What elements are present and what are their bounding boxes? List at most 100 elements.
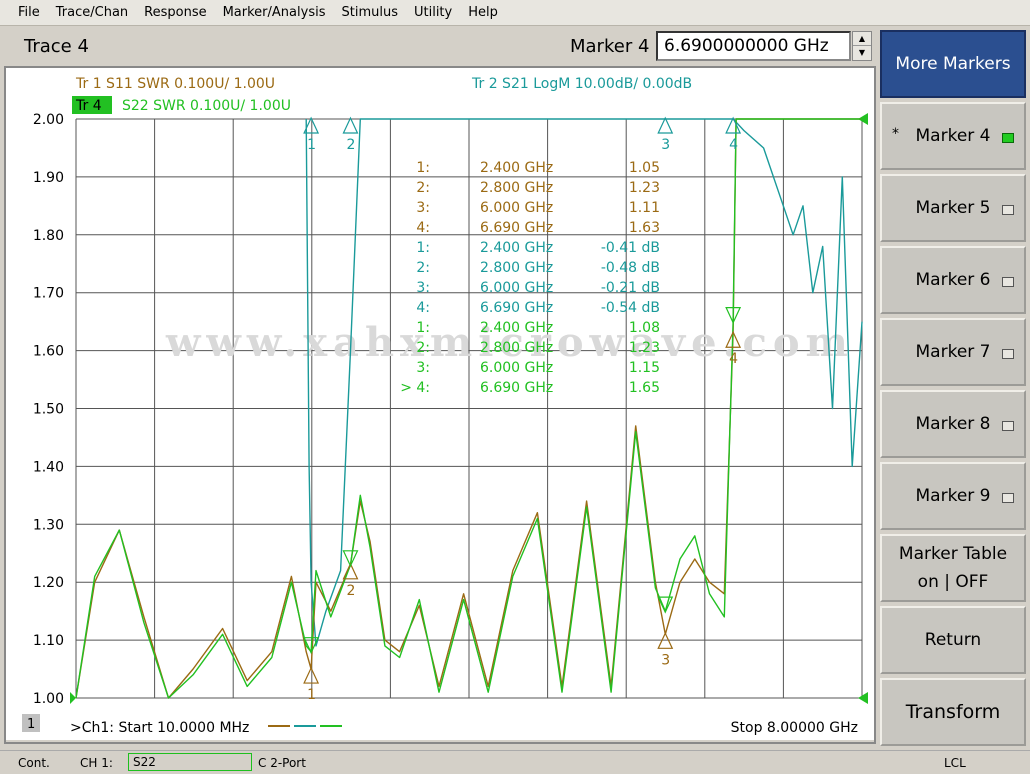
trace1-label[interactable]: Tr 1 S11 SWR 0.100U/ 1.00U <box>75 76 275 92</box>
y-tick-label: 1.90 <box>33 170 64 186</box>
marker-table-value: -0.21 dB <box>601 280 660 296</box>
marker-table-value: 1.23 <box>629 180 660 196</box>
active-star-icon: * <box>892 126 899 142</box>
marker-6-indicator <box>1002 277 1014 287</box>
more-markers-button[interactable]: More Markers <box>880 30 1026 98</box>
marker-number-bottom: 2 <box>346 583 355 599</box>
marker-table-value: 1.05 <box>629 160 660 176</box>
marker-number-bottom: 1 <box>307 687 316 703</box>
marker-table-frequency: 6.690 GHz <box>480 380 553 396</box>
calibration-status: C 2-Port <box>258 756 306 770</box>
marker-table-value: 1.15 <box>629 360 660 376</box>
spin-down-icon[interactable]: ▼ <box>853 46 871 60</box>
menu-bar: File Trace/Chan Response Marker/Analysis… <box>0 0 1030 26</box>
y-tick-label: 1.40 <box>33 459 64 475</box>
trace2-label[interactable]: Tr 2 S21 LogM 10.00dB/ 0.00dB <box>471 76 692 92</box>
more-markers-label: More Markers <box>895 54 1011 74</box>
channel-status: CH 1: <box>80 756 113 770</box>
return-label: Return <box>924 630 982 650</box>
marker-table-index: 4: <box>416 220 430 236</box>
marker-number-top: 4 <box>729 137 738 153</box>
y-tick-label: 1.70 <box>33 286 64 302</box>
menu-trace-chan[interactable]: Trace/Chan <box>48 0 136 26</box>
marker-5-button[interactable]: Marker 5 <box>880 174 1026 242</box>
measurement-plot[interactable]: 2.00 1.90 1.80 1.70 1.60 1.50 1.40 1.30 1.20 1.10… <box>6 68 874 740</box>
marker-table-value: 1.11 <box>629 200 660 216</box>
marker-4-button[interactable]: * Marker 4 <box>880 102 1026 170</box>
y-tick-label: 2.00 <box>33 112 64 128</box>
marker-table-index: 2: <box>416 260 430 276</box>
plot-background <box>6 68 874 740</box>
marker-table-frequency: 2.400 GHz <box>480 160 553 176</box>
marker-table-state: on | OFF <box>917 572 989 592</box>
trace4-tag[interactable]: Tr 4 <box>75 98 102 114</box>
start-frequency-label[interactable]: >Ch1: Start 10.0000 MHz <box>70 720 249 736</box>
sweep-mode-status: Cont. <box>18 756 50 770</box>
marker-table-frequency: 6.000 GHz <box>480 200 553 216</box>
marker-table-index: 3: <box>416 200 430 216</box>
marker-number-bottom: 3 <box>661 652 670 668</box>
marker-table-frequency: 6.000 GHz <box>480 360 553 376</box>
marker-number-top: 3 <box>661 137 670 153</box>
marker-frequency-spinner: ▲ ▼ <box>852 31 872 61</box>
trace4-label[interactable]: S22 SWR 0.100U/ 1.00U <box>122 98 291 114</box>
return-button[interactable]: Return <box>880 606 1026 674</box>
marker-table-index: 2: <box>416 340 430 356</box>
marker-table-frequency: 2.800 GHz <box>480 260 553 276</box>
y-tick-label: 1.10 <box>33 633 64 649</box>
y-tick-label: 1.30 <box>33 517 64 533</box>
marker-4-on-indicator <box>1002 133 1014 143</box>
marker-table-value: 1.08 <box>629 320 660 336</box>
menu-marker-analysis[interactable]: Marker/Analysis <box>215 0 334 26</box>
marker-table-frequency: 6.690 GHz <box>480 300 553 316</box>
marker-7-label: Marker 7 <box>915 342 991 362</box>
marker-4-label: Marker 4 <box>915 126 991 146</box>
marker-table-frequency: 2.400 GHz <box>480 240 553 256</box>
marker-entry-label: Marker 4 <box>570 36 650 57</box>
marker-table-index: 3: <box>416 280 430 296</box>
entry-header: Trace 4 Marker 4 ▲ ▼ <box>4 28 876 66</box>
menu-response[interactable]: Response <box>136 0 214 26</box>
vna-window: File Trace/Chan Response Marker/Analysis… <box>0 0 1030 774</box>
marker-7-button[interactable]: Marker 7 <box>880 318 1026 386</box>
marker-5-indicator <box>1002 205 1014 215</box>
remote-local-status: LCL <box>944 756 966 770</box>
marker-table-toggle[interactable]: Marker Table on | OFF <box>880 534 1026 602</box>
marker-table-frequency: 2.400 GHz <box>480 320 553 336</box>
active-trace-title: Trace 4 <box>24 36 89 57</box>
stop-frequency-label[interactable]: Stop 8.00000 GHz <box>731 720 858 736</box>
marker-table-index: 1: <box>416 320 430 336</box>
marker-8-indicator <box>1002 421 1014 431</box>
marker-6-button[interactable]: Marker 6 <box>880 246 1026 314</box>
channel-number: 1 <box>27 717 35 732</box>
marker-table-frequency: 2.800 GHz <box>480 180 553 196</box>
marker-frequency-input[interactable] <box>656 31 851 61</box>
marker-9-button[interactable]: Marker 9 <box>880 462 1026 530</box>
marker-table-frequency: 6.690 GHz <box>480 220 553 236</box>
marker-5-label: Marker 5 <box>915 198 991 218</box>
marker-8-button[interactable]: Marker 8 <box>880 390 1026 458</box>
transform-label: Transform <box>905 701 1001 723</box>
marker-table-value: -0.54 dB <box>601 300 660 316</box>
marker-table-frequency: 2.800 GHz <box>480 340 553 356</box>
marker-table-index: 3: <box>416 360 430 376</box>
marker-table-value: 1.65 <box>629 380 660 396</box>
marker-table-index: 4: <box>416 300 430 316</box>
menu-file[interactable]: File <box>10 0 48 26</box>
marker-9-indicator <box>1002 493 1014 503</box>
spin-up-icon[interactable]: ▲ <box>853 32 871 46</box>
menu-stimulus[interactable]: Stimulus <box>333 0 406 26</box>
active-parameter-status: S22 <box>128 753 252 771</box>
marker-number-top: 2 <box>346 137 355 153</box>
marker-table-value: -0.41 dB <box>601 240 660 256</box>
marker-table-index: 1: <box>416 160 430 176</box>
marker-6-label: Marker 6 <box>915 270 991 290</box>
menu-help[interactable]: Help <box>460 0 506 26</box>
marker-number-bottom: 4 <box>729 351 738 367</box>
marker-table-label: Marker Table <box>898 544 1008 564</box>
y-tick-label: 1.20 <box>33 575 64 591</box>
marker-table-index: > 4: <box>400 380 430 396</box>
menu-utility[interactable]: Utility <box>406 0 460 26</box>
status-bar: Cont. CH 1: S22 C 2-Port LCL <box>0 750 1030 774</box>
transform-button[interactable]: Transform <box>880 678 1026 746</box>
